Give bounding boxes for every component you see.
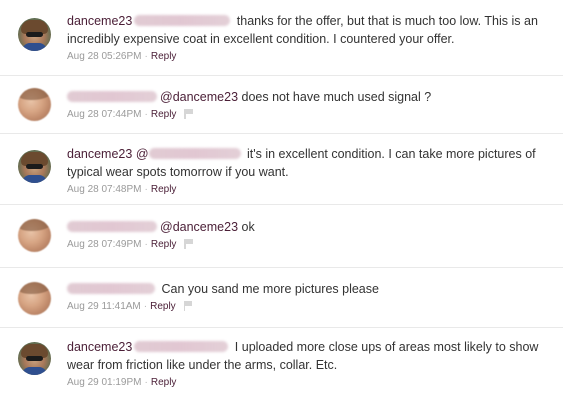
comment-item: danceme23 thanks for the offer, but that…: [0, 0, 563, 76]
comment-text: @danceme23 does not have much used signa…: [67, 88, 551, 106]
timestamp: Aug 29 01:19PM: [67, 377, 142, 388]
avatar[interactable]: [18, 88, 51, 121]
mention-prefix[interactable]: @: [136, 147, 149, 161]
comment-text: danceme23 thanks for the offer, but that…: [67, 12, 551, 48]
comment-text: danceme23 I uploaded more close ups of a…: [67, 338, 551, 374]
timestamp: Aug 29 11:41AM: [67, 301, 141, 312]
comment-text: Can you sand me more pictures please: [67, 280, 551, 298]
avatar[interactable]: [18, 282, 51, 315]
redacted-username: [67, 221, 157, 232]
timestamp: Aug 28 05:26PM: [67, 51, 142, 62]
comment-item: danceme23 @ it's in excellent condition.…: [0, 134, 563, 205]
comment-meta: Aug 28 07:44PM · Reply: [67, 108, 551, 122]
reply-link[interactable]: Reply: [151, 184, 177, 195]
reply-link[interactable]: Reply: [150, 301, 176, 312]
reply-link[interactable]: Reply: [151, 51, 177, 62]
comment-body: Can you sand me more pictures please: [158, 282, 379, 296]
author-link[interactable]: danceme23: [67, 147, 132, 161]
comment-text: danceme23 @ it's in excellent condition.…: [67, 145, 551, 181]
comment-meta: Aug 28 07:48PM · Reply: [67, 184, 177, 195]
comment-text: @danceme23 ok: [67, 218, 551, 236]
redacted-username: [67, 91, 157, 102]
comment-item: @danceme23 does not have much used signa…: [0, 76, 563, 134]
flag-icon[interactable]: [184, 239, 193, 249]
flag-icon[interactable]: [183, 301, 193, 311]
timestamp: Aug 28 07:44PM: [67, 109, 142, 120]
comment-meta: Aug 28 05:26PM · Reply: [67, 51, 177, 62]
redacted-username: [134, 15, 231, 26]
comment-meta: Aug 28 07:49PM · Reply: [67, 238, 551, 252]
comment-meta: Aug 29 11:41AM · Reply: [67, 300, 551, 314]
mention-link[interactable]: @danceme23: [160, 90, 238, 104]
author-link[interactable]: danceme23: [67, 14, 132, 28]
avatar[interactable]: [18, 18, 51, 51]
comment-item: @danceme23 ok Aug 28 07:49PM · Reply: [0, 205, 563, 268]
redacted-username: [134, 341, 229, 352]
comment-item: danceme23 I uploaded more close ups of a…: [0, 328, 563, 409]
comment-body: ok: [238, 220, 255, 234]
comment-item: Can you sand me more pictures please Aug…: [0, 268, 563, 328]
author-link[interactable]: danceme23: [67, 340, 132, 354]
flag-icon[interactable]: [184, 109, 193, 119]
reply-link[interactable]: Reply: [151, 239, 177, 250]
timestamp: Aug 28 07:48PM: [67, 184, 142, 195]
avatar[interactable]: [18, 219, 51, 252]
reply-link[interactable]: Reply: [151, 109, 177, 120]
redacted-username: [148, 148, 241, 159]
mention-link[interactable]: @danceme23: [160, 220, 238, 234]
comment-thread: danceme23 thanks for the offer, but that…: [0, 0, 563, 409]
reply-link[interactable]: Reply: [151, 377, 177, 388]
avatar[interactable]: [18, 150, 51, 183]
comment-body: does not have much used signal ?: [238, 90, 432, 104]
avatar[interactable]: [18, 342, 51, 375]
timestamp: Aug 28 07:49PM: [67, 239, 142, 250]
redacted-username: [67, 283, 155, 294]
comment-meta: Aug 29 01:19PM · Reply: [67, 377, 177, 388]
